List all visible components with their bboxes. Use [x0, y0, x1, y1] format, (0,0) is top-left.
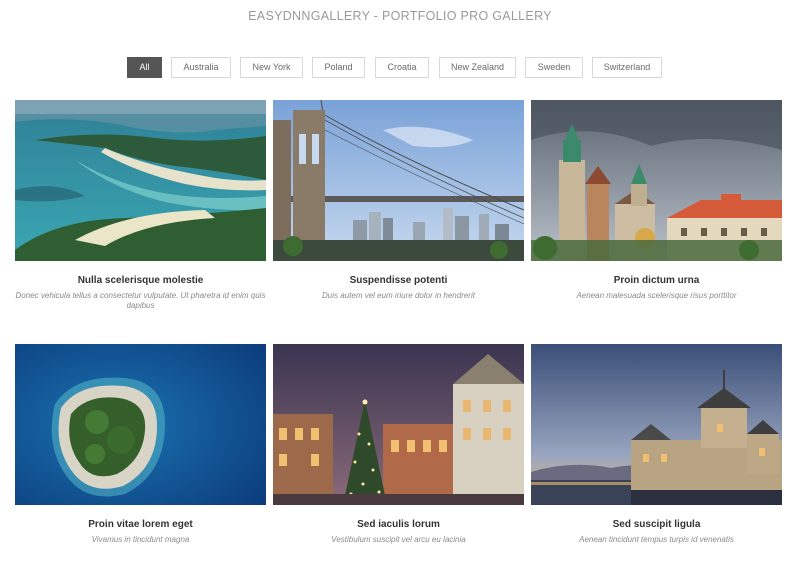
gallery-image[interactable]: [15, 100, 266, 261]
filter-new-zealand[interactable]: New Zealand: [439, 57, 516, 78]
gallery-item: Proin vitae lorem eget Vivamus in tincid…: [15, 344, 266, 554]
item-description: Aenean tincidunt tempus turpis id venena…: [579, 535, 734, 544]
item-description: Aenean malesuada scelerisque risus portt…: [576, 291, 737, 300]
item-description: Duis autem vel eum iriure dolor in hendr…: [322, 291, 475, 300]
gallery-item: Suspendisse potenti Duis autem vel eum i…: [273, 100, 524, 320]
item-description: Donec vehicula tellus a consectetur vulp…: [15, 291, 266, 310]
gallery-item: Sed iaculis lorum Vestibulum suscipit ve…: [273, 344, 524, 554]
item-title[interactable]: Sed suscipit ligula: [531, 519, 782, 530]
gallery-image[interactable]: [273, 100, 524, 261]
item-description: Vestibulum suscipit vel arcu eu lacinia: [331, 535, 466, 544]
item-title[interactable]: Sed iaculis lorum: [273, 519, 524, 530]
gallery-image[interactable]: [531, 344, 782, 505]
item-title[interactable]: Proin vitae lorem eget: [15, 519, 266, 530]
filter-croatia[interactable]: Croatia: [375, 57, 429, 78]
filter-sweden[interactable]: Sweden: [525, 57, 583, 78]
gallery-page: EASYDNNGALLERY - PORTFOLIO PRO GALLERY A…: [0, 0, 800, 563]
gallery-image[interactable]: [531, 100, 782, 261]
filter-all[interactable]: All: [127, 57, 162, 78]
gallery-item: Sed suscipit ligula Aenean tincidunt tem…: [531, 344, 782, 554]
filter-poland[interactable]: Poland: [312, 57, 365, 78]
filter-new-york[interactable]: New York: [240, 57, 303, 78]
item-description: Vivamus in tincidunt magna: [91, 535, 190, 544]
filter-bar: All Australia New York Poland Croatia Ne…: [0, 57, 800, 78]
gallery-item: Proin dictum urna Aenean malesuada scele…: [531, 100, 782, 320]
gallery-image[interactable]: [273, 344, 524, 505]
item-title[interactable]: Proin dictum urna: [531, 275, 782, 286]
gallery-item: Nulla scelerisque molestie Donec vehicul…: [15, 100, 266, 320]
filter-australia[interactable]: Australia: [171, 57, 231, 78]
gallery-title: EASYDNNGALLERY - PORTFOLIO PRO GALLERY: [248, 9, 552, 23]
filter-switzerland[interactable]: Switzerland: [592, 57, 662, 78]
gallery-image[interactable]: [15, 344, 266, 505]
item-title[interactable]: Suspendisse potenti: [273, 275, 524, 286]
item-title[interactable]: Nulla scelerisque molestie: [15, 275, 266, 286]
